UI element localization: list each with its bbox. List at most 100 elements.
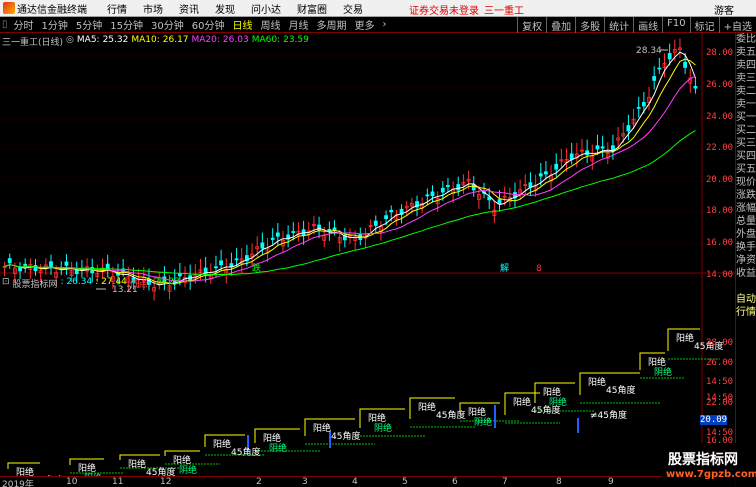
side-panel-item[interactable]: 卖四: [736, 59, 756, 72]
overlay-button[interactable]: 叠加: [546, 17, 575, 33]
add-watchlist-button[interactable]: +自选: [718, 17, 756, 33]
indicator-settings-icon[interactable]: ⊡: [2, 277, 10, 290]
side-panel-item[interactable]: 行情: [736, 306, 756, 319]
side-panel-item[interactable]: 卖五: [736, 46, 756, 59]
side-panel-item[interactable]: 卖一: [736, 98, 756, 111]
ma10-line: [4, 58, 696, 285]
tab-monthly[interactable]: 月线: [284, 17, 312, 32]
kline-chart[interactable]: 阳绝45角度阳绝阴绝阳绝45角度阳绝阴绝阳绝45角度阳绝阴绝阳绝45角度阳绝阴绝…: [0, 33, 735, 476]
side-panel-item[interactable]: 收益: [736, 267, 756, 280]
side-panel-item[interactable]: 卖二: [736, 85, 756, 98]
label-yangjue: 阳绝: [368, 412, 386, 424]
app-title: 通达信金融终端: [17, 4, 87, 16]
side-panel-item[interactable]: 自动: [736, 293, 756, 306]
indicator-axis-label: 26.00: [706, 358, 734, 368]
app-logo-icon: [3, 2, 15, 14]
menu-bar: 通达信金融终端 行情 市场 资讯 发现 问小达 财富圈 交易 证券交易未登录 三…: [0, 0, 756, 17]
adjust-button[interactable]: 复权: [517, 17, 546, 33]
label-yinjue: 阴绝: [374, 422, 392, 434]
side-panel-item[interactable]: 委比: [736, 33, 756, 46]
side-panel-item[interactable]: 涨跌: [736, 189, 756, 202]
login-notice[interactable]: 证券交易未登录: [409, 2, 479, 17]
candle-body: [657, 67, 662, 70]
candle-body: [538, 173, 543, 177]
multi-stock-button[interactable]: 多股: [575, 17, 604, 33]
tab-60min[interactable]: 60分钟: [188, 17, 229, 32]
tab-5min[interactable]: 5分钟: [72, 17, 106, 32]
ma20-label: MA20:: [191, 35, 220, 45]
ma5-line: [4, 51, 696, 286]
price-axis-label: 20.00: [706, 175, 734, 185]
candle-body: [234, 258, 239, 261]
tab-multi-period[interactable]: 多周期: [312, 17, 350, 32]
side-panel-item[interactable]: 涨幅: [736, 202, 756, 215]
candle-body: [430, 191, 435, 197]
tab-intraday[interactable]: 分时: [10, 17, 38, 32]
period-toolbar: ▯ 分时 1分钟 5分钟 15分钟 30分钟 60分钟 日线 周线 月线 多周期…: [0, 17, 756, 33]
tab-30min[interactable]: 30分钟: [147, 17, 188, 32]
candle-body: [270, 237, 275, 240]
price-axis-label: 26.00: [706, 80, 734, 90]
side-panel-item[interactable]: [736, 280, 756, 293]
candle-body: [636, 106, 641, 109]
side-panel-item[interactable]: 买四: [736, 150, 756, 163]
label-yangjue: 阳绝: [513, 396, 531, 408]
label-yangjue: 阳绝: [173, 454, 191, 466]
layout-icon[interactable]: ▯: [0, 19, 10, 30]
candle-body: [18, 267, 22, 272]
ma60-label: MA60:: [251, 35, 281, 45]
side-panel-item[interactable]: 买五: [736, 163, 756, 176]
candle-body: [7, 258, 12, 264]
menu-item-market[interactable]: 市场: [135, 1, 171, 16]
candle-body: [652, 76, 657, 81]
ma5-label: MA5:: [76, 35, 100, 45]
candle-body: [373, 220, 378, 226]
side-panel-item[interactable]: 现价: [736, 176, 756, 189]
guest-user[interactable]: 游客: [714, 2, 734, 17]
candle-body: [600, 146, 605, 149]
menu-item-quotes[interactable]: 行情: [99, 1, 135, 16]
time-axis-tick: 2: [256, 477, 262, 487]
watermark-text: 股票指标网: [668, 452, 738, 468]
mark-button[interactable]: 标记: [689, 17, 719, 33]
high-annotation: 28.34: [636, 46, 662, 56]
tab-more[interactable]: 更多: [350, 17, 378, 32]
tab-weekly[interactable]: 周线: [256, 17, 284, 32]
menu-item-news[interactable]: 资讯: [171, 1, 207, 16]
quote-side-panel: 委比 卖五 卖四 卖三 卖二 卖一 买一 买二 买三 买四 买五 现价 涨跌 涨幅 总量 外盘 换手 净资 收益自动…: [735, 33, 756, 487]
label-angle45: 45角度: [146, 466, 175, 476]
side-panel-item[interactable]: 换手: [736, 241, 756, 254]
side-panel-item[interactable]: 买一: [736, 111, 756, 124]
stats-button[interactable]: 统计: [604, 17, 633, 33]
f10-button[interactable]: F10: [662, 17, 689, 33]
label-yangjue: 阳绝: [588, 376, 606, 388]
side-panel-item[interactable]: 净资: [736, 254, 756, 267]
indicator-axis-label: 20.09: [700, 415, 728, 425]
candle-body: [33, 265, 38, 272]
side-panel-item[interactable]: 卖三: [736, 72, 756, 85]
candle-body: [214, 266, 218, 269]
menu-item-wealth[interactable]: 财富圈: [289, 1, 335, 16]
label-yinjue: 阴绝: [474, 416, 492, 428]
price-axis-label: 28.00: [706, 48, 734, 58]
tab-1min[interactable]: 1分钟: [38, 17, 72, 32]
menu-item-ask[interactable]: 问小达: [243, 1, 289, 16]
side-panel-item[interactable]: 买二: [736, 124, 756, 137]
menu-item-trade[interactable]: 交易: [335, 1, 371, 16]
tab-15min[interactable]: 15分钟: [106, 17, 147, 32]
side-panel-item[interactable]: 总量: [736, 215, 756, 228]
candle-body: [219, 260, 224, 266]
main-legend: 三一重工(日线) ◎ MA5: 25.32 MA10: 26.17 MA20: 26.…: [2, 35, 309, 48]
legend-settings-icon[interactable]: ◎: [66, 35, 74, 48]
tab-daily[interactable]: 日线: [228, 17, 256, 32]
ma20-value: 26.03: [222, 35, 249, 45]
indicator-axis-label: 22.00: [706, 398, 734, 408]
side-panel-item[interactable]: 买三: [736, 137, 756, 150]
candle-body: [260, 242, 265, 249]
menu-item-discover[interactable]: 发现: [207, 1, 243, 16]
side-panel-item[interactable]: 外盘: [736, 228, 756, 241]
label-angle45: 45角度: [606, 384, 635, 396]
indicator-value-1: : 26.34: [60, 277, 93, 287]
more-chevron-icon[interactable]: ›: [378, 19, 390, 30]
draw-line-button[interactable]: 画线: [633, 17, 662, 33]
